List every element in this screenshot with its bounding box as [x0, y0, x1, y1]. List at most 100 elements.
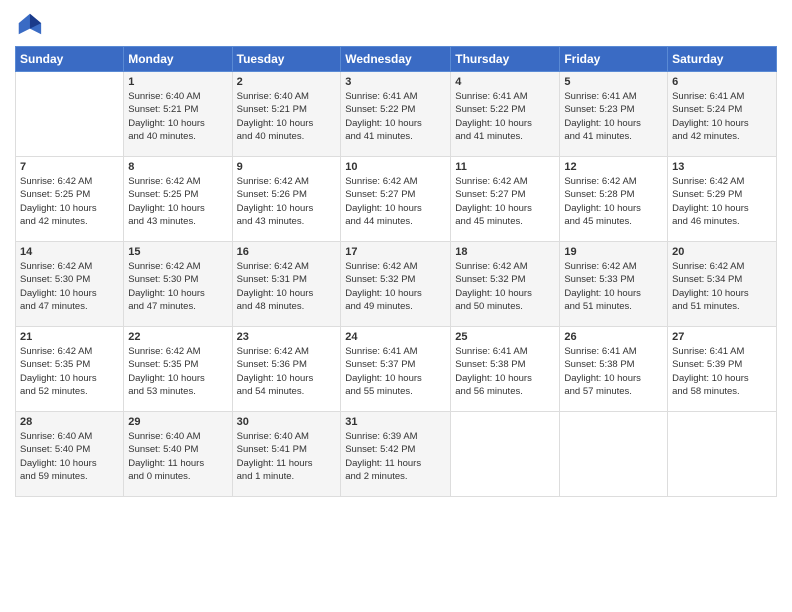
- day-number: 18: [455, 246, 555, 258]
- day-info: Sunrise: 6:42 AM Sunset: 5:36 PM Dayligh…: [237, 345, 337, 398]
- day-number: 5: [564, 76, 663, 88]
- calendar-cell: 26 Sunrise: 6:41 AM Sunset: 5:38 PM Dayli…: [560, 327, 668, 412]
- day-info: Sunrise: 6:41 AM Sunset: 5:37 PM Dayligh…: [345, 345, 446, 398]
- calendar-cell: 28 Sunrise: 6:40 AM Sunset: 5:40 PM Dayli…: [16, 412, 124, 497]
- day-number: 22: [128, 331, 227, 343]
- calendar-cell: 7 Sunrise: 6:42 AM Sunset: 5:25 PM Daylig…: [16, 157, 124, 242]
- day-number: 11: [455, 161, 555, 173]
- day-info: Sunrise: 6:40 AM Sunset: 5:21 PM Dayligh…: [128, 90, 227, 143]
- calendar-cell: 2Sunrise: 6:40 AM Sunset: 5:21 PM Daylig…: [232, 72, 341, 157]
- day-info: Sunrise: 6:41 AM Sunset: 5:39 PM Dayligh…: [672, 345, 772, 398]
- day-number: 27: [672, 331, 772, 343]
- calendar-cell: [451, 412, 560, 497]
- day-number: 25: [455, 331, 555, 343]
- calendar-cell: 12 Sunrise: 6:42 AM Sunset: 5:28 PM Dayli…: [560, 157, 668, 242]
- day-info: Sunrise: 6:42 AM Sunset: 5:32 PM Dayligh…: [345, 260, 446, 313]
- day-info: Sunrise: 6:41 AM Sunset: 5:24 PM Dayligh…: [672, 90, 772, 143]
- day-number: 30: [237, 416, 337, 428]
- day-info: Sunrise: 6:42 AM Sunset: 5:35 PM Dayligh…: [20, 345, 119, 398]
- day-info: Sunrise: 6:42 AM Sunset: 5:25 PM Dayligh…: [128, 175, 227, 228]
- calendar-cell: 22 Sunrise: 6:42 AM Sunset: 5:35 PM Dayli…: [124, 327, 232, 412]
- day-info: Sunrise: 6:40 AM Sunset: 5:41 PM Dayligh…: [237, 430, 337, 483]
- calendar-cell: 25Sunrise: 6:41 AM Sunset: 5:38 PM Dayli…: [451, 327, 560, 412]
- day-info: Sunrise: 6:42 AM Sunset: 5:31 PM Dayligh…: [237, 260, 337, 313]
- day-info: Sunrise: 6:42 AM Sunset: 5:32 PM Dayligh…: [455, 260, 555, 313]
- calendar-cell: 30 Sunrise: 6:40 AM Sunset: 5:41 PM Dayli…: [232, 412, 341, 497]
- day-info: Sunrise: 6:42 AM Sunset: 5:30 PM Dayligh…: [128, 260, 227, 313]
- day-number: 21: [20, 331, 119, 343]
- day-number: 12: [564, 161, 663, 173]
- calendar-cell: 3 Sunrise: 6:41 AM Sunset: 5:22 PM Daylig…: [341, 72, 451, 157]
- day-info: Sunrise: 6:41 AM Sunset: 5:22 PM Dayligh…: [455, 90, 555, 143]
- calendar-cell: [560, 412, 668, 497]
- logo-icon: [15, 10, 43, 38]
- day-info: Sunrise: 6:42 AM Sunset: 5:35 PM Dayligh…: [128, 345, 227, 398]
- day-info: Sunrise: 6:42 AM Sunset: 5:33 PM Dayligh…: [564, 260, 663, 313]
- day-number: 16: [237, 246, 337, 258]
- day-info: Sunrise: 6:42 AM Sunset: 5:25 PM Dayligh…: [20, 175, 119, 228]
- day-number: 7: [20, 161, 119, 173]
- calendar-cell: 20Sunrise: 6:42 AM Sunset: 5:34 PM Dayli…: [668, 242, 777, 327]
- weekday-header-saturday: Saturday: [668, 47, 777, 72]
- day-info: Sunrise: 6:42 AM Sunset: 5:27 PM Dayligh…: [455, 175, 555, 228]
- calendar-table: SundayMondayTuesdayWednesdayThursdayFrid…: [15, 46, 777, 497]
- day-info: Sunrise: 6:42 AM Sunset: 5:30 PM Dayligh…: [20, 260, 119, 313]
- day-number: 3: [345, 76, 446, 88]
- weekday-header-row: SundayMondayTuesdayWednesdayThursdayFrid…: [16, 47, 777, 72]
- calendar-cell: 1 Sunrise: 6:40 AM Sunset: 5:21 PM Daylig…: [124, 72, 232, 157]
- week-row-4: 21 Sunrise: 6:42 AM Sunset: 5:35 PM Dayli…: [16, 327, 777, 412]
- calendar-cell: 6 Sunrise: 6:41 AM Sunset: 5:24 PM Daylig…: [668, 72, 777, 157]
- calendar-cell: 11 Sunrise: 6:42 AM Sunset: 5:27 PM Dayli…: [451, 157, 560, 242]
- day-number: 8: [128, 161, 227, 173]
- day-info: Sunrise: 6:41 AM Sunset: 5:23 PM Dayligh…: [564, 90, 663, 143]
- day-number: 4: [455, 76, 555, 88]
- day-number: 2: [237, 76, 337, 88]
- day-number: 20: [672, 246, 772, 258]
- header: [15, 10, 777, 38]
- day-info: Sunrise: 6:41 AM Sunset: 5:38 PM Dayligh…: [564, 345, 663, 398]
- day-number: 17: [345, 246, 446, 258]
- day-info: Sunrise: 6:41 AM Sunset: 5:22 PM Dayligh…: [345, 90, 446, 143]
- day-info: Sunrise: 6:39 AM Sunset: 5:42 PM Dayligh…: [345, 430, 446, 483]
- day-number: 28: [20, 416, 119, 428]
- day-number: 14: [20, 246, 119, 258]
- day-number: 29: [128, 416, 227, 428]
- calendar-cell: 29Sunrise: 6:40 AM Sunset: 5:40 PM Dayli…: [124, 412, 232, 497]
- day-number: 15: [128, 246, 227, 258]
- calendar-cell: 15 Sunrise: 6:42 AM Sunset: 5:30 PM Dayli…: [124, 242, 232, 327]
- day-number: 26: [564, 331, 663, 343]
- calendar-cell: 9 Sunrise: 6:42 AM Sunset: 5:26 PM Daylig…: [232, 157, 341, 242]
- day-info: Sunrise: 6:42 AM Sunset: 5:28 PM Dayligh…: [564, 175, 663, 228]
- day-info: Sunrise: 6:40 AM Sunset: 5:40 PM Dayligh…: [20, 430, 119, 483]
- calendar-cell: 24 Sunrise: 6:41 AM Sunset: 5:37 PM Dayli…: [341, 327, 451, 412]
- day-info: Sunrise: 6:42 AM Sunset: 5:27 PM Dayligh…: [345, 175, 446, 228]
- calendar-cell: 10 Sunrise: 6:42 AM Sunset: 5:27 PM Dayli…: [341, 157, 451, 242]
- calendar-cell: 5 Sunrise: 6:41 AM Sunset: 5:23 PM Daylig…: [560, 72, 668, 157]
- calendar-cell: 18 Sunrise: 6:42 AM Sunset: 5:32 PM Dayli…: [451, 242, 560, 327]
- day-info: Sunrise: 6:42 AM Sunset: 5:26 PM Dayligh…: [237, 175, 337, 228]
- weekday-header-wednesday: Wednesday: [341, 47, 451, 72]
- calendar-cell: 4 Sunrise: 6:41 AM Sunset: 5:22 PM Daylig…: [451, 72, 560, 157]
- calendar-cell: 31 Sunrise: 6:39 AM Sunset: 5:42 PM Dayli…: [341, 412, 451, 497]
- calendar-cell: 17 Sunrise: 6:42 AM Sunset: 5:32 PM Dayli…: [341, 242, 451, 327]
- day-number: 10: [345, 161, 446, 173]
- day-number: 1: [128, 76, 227, 88]
- week-row-3: 14 Sunrise: 6:42 AM Sunset: 5:30 PM Dayli…: [16, 242, 777, 327]
- day-number: 9: [237, 161, 337, 173]
- calendar-cell: 27 Sunrise: 6:41 AM Sunset: 5:39 PM Dayli…: [668, 327, 777, 412]
- day-number: 19: [564, 246, 663, 258]
- day-number: 6: [672, 76, 772, 88]
- calendar-cell: 8 Sunrise: 6:42 AM Sunset: 5:25 PM Daylig…: [124, 157, 232, 242]
- weekday-header-thursday: Thursday: [451, 47, 560, 72]
- weekday-header-monday: Monday: [124, 47, 232, 72]
- calendar-cell: [668, 412, 777, 497]
- weekday-header-tuesday: Tuesday: [232, 47, 341, 72]
- day-number: 24: [345, 331, 446, 343]
- day-number: 13: [672, 161, 772, 173]
- calendar-cell: 21 Sunrise: 6:42 AM Sunset: 5:35 PM Dayli…: [16, 327, 124, 412]
- logo: [15, 10, 47, 38]
- calendar-cell: 16 Sunrise: 6:42 AM Sunset: 5:31 PM Dayli…: [232, 242, 341, 327]
- calendar-cell: 19 Sunrise: 6:42 AM Sunset: 5:33 PM Dayli…: [560, 242, 668, 327]
- day-number: 31: [345, 416, 446, 428]
- calendar-cell: 13Sunrise: 6:42 AM Sunset: 5:29 PM Dayli…: [668, 157, 777, 242]
